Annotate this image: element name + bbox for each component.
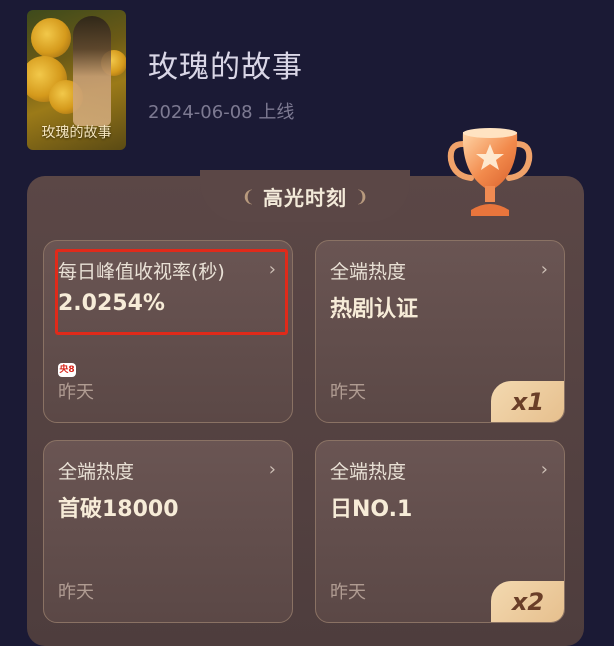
chevron-right-icon: › [540, 259, 548, 280]
highlight-card-hot-drama[interactable]: 全端热度 › 热剧认证 昨天 x1 [315, 240, 565, 423]
poster-figure [73, 16, 111, 126]
card-value: 热剧认证 [330, 297, 419, 322]
highlight-card-first-18000[interactable]: 全端热度 › 首破18000 昨天 [43, 440, 293, 623]
chevron-right-icon: › [540, 459, 548, 480]
card-time: 昨天 [58, 382, 94, 403]
laurel-right-icon: ❩ [355, 186, 369, 206]
release-date: 2024-06-08 上线 [148, 102, 295, 123]
show-poster[interactable]: 玫瑰的故事 [27, 10, 126, 150]
count-badge: x1 [491, 381, 564, 422]
count-badge: x2 [491, 581, 564, 622]
show-title: 玫瑰的故事 [148, 50, 303, 85]
card-time: 昨天 [330, 382, 366, 403]
cctv8-logo: 央8 [58, 363, 76, 377]
highlights-header: ❨ 高光时刻 ❩ [200, 170, 410, 222]
card-time: 昨天 [330, 582, 366, 603]
card-label: 全端热度 [330, 461, 407, 483]
trophy-icon [447, 128, 533, 216]
card-label: 全端热度 [58, 461, 135, 483]
card-value: 首破18000 [58, 497, 179, 522]
card-value: 日NO.1 [330, 497, 413, 522]
card-time: 昨天 [58, 582, 94, 603]
red-highlight-box [55, 249, 288, 335]
poster-title: 玫瑰的故事 [41, 125, 112, 141]
laurel-left-icon: ❨ [241, 186, 255, 206]
chevron-right-icon: › [268, 459, 276, 480]
highlight-card-daily-no1[interactable]: 全端热度 › 日NO.1 昨天 x2 [315, 440, 565, 623]
rose-decoration [31, 18, 71, 58]
highlights-title: 高光时刻 [263, 185, 347, 210]
card-label: 全端热度 [330, 261, 407, 283]
